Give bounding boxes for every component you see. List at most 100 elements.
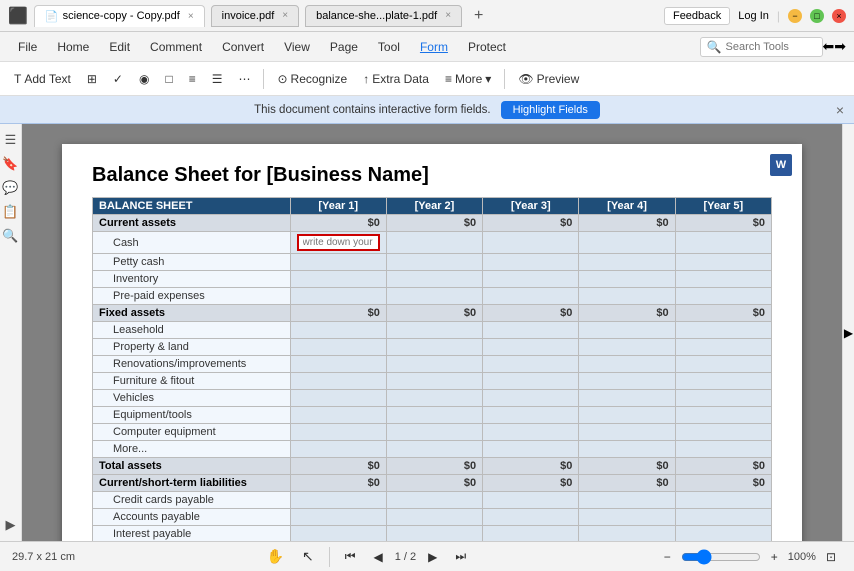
empty-cell — [483, 509, 579, 526]
empty-cell — [579, 492, 675, 509]
empty-cell — [675, 356, 771, 373]
tab-close-btn[interactable]: × — [282, 10, 288, 21]
tool2-icon: ⊞ — [87, 72, 97, 86]
menu-protect[interactable]: Protect — [458, 36, 516, 58]
new-tab-btn[interactable]: + — [468, 7, 489, 25]
row-value: $0 — [290, 458, 386, 475]
cursor-tool-btn[interactable]: ↖ — [296, 545, 320, 568]
tab-science-copy[interactable]: 📄 science-copy - Copy.pdf × — [34, 5, 205, 27]
add-text-btn[interactable]: T Add Text — [8, 69, 77, 89]
chevron-down-icon: ▾ — [485, 72, 491, 86]
row-label: Computer equipment — [93, 424, 291, 441]
cash-input-cell[interactable] — [290, 232, 386, 254]
tool-btn-6[interactable]: ≡ — [183, 69, 202, 89]
row-label: Fixed assets — [93, 305, 291, 322]
menu-edit[interactable]: Edit — [99, 36, 140, 58]
empty-cell — [290, 407, 386, 424]
empty-cell — [386, 526, 482, 542]
empty-cell — [386, 339, 482, 356]
menu-home[interactable]: Home — [47, 36, 99, 58]
empty-cell — [675, 492, 771, 509]
menu-tool[interactable]: Tool — [368, 36, 410, 58]
sidebar-bookmark-icon[interactable]: 🔖 — [3, 156, 19, 172]
zoom-in-btn[interactable]: + — [765, 547, 784, 567]
right-sidebar-toggle[interactable]: ▶ — [842, 124, 854, 541]
login-btn[interactable]: Log In — [738, 10, 769, 22]
sep-icon: | — [777, 9, 780, 23]
right-chevron-icon: ▶ — [844, 326, 853, 340]
empty-cell — [675, 441, 771, 458]
tab-balance-sheet[interactable]: balance-she...plate-1.pdf × — [305, 5, 462, 27]
text-icon: T — [14, 72, 21, 86]
table-row: Pre-paid expenses — [93, 288, 772, 305]
sidebar-search-icon[interactable]: 🔍 — [3, 228, 19, 244]
fit-page-btn[interactable]: ⊡ — [820, 547, 842, 567]
highlight-fields-btn[interactable]: Highlight Fields — [501, 101, 600, 119]
sidebar-comment-icon[interactable]: 💬 — [3, 180, 19, 196]
sidebar-expand-icon[interactable]: ▶ — [3, 517, 19, 533]
feedback-btn[interactable]: Feedback — [664, 7, 730, 25]
tools-bar: T Add Text ⊞ ✓ ◉ □ ≡ ☰ ⋯ ⊙ Recognize ↑ E… — [0, 62, 854, 96]
close-btn[interactable]: × — [832, 9, 846, 23]
tool-btn-5[interactable]: □ — [159, 69, 178, 89]
empty-cell — [483, 356, 579, 373]
forward-btn[interactable]: ➡ — [834, 38, 846, 55]
row-label: Total assets — [93, 458, 291, 475]
extra-data-btn[interactable]: ↑ Extra Data — [357, 69, 435, 89]
recognize-btn[interactable]: ⊙ Recognize — [271, 69, 353, 89]
page-info: 1 / 2 — [395, 551, 416, 563]
empty-cell — [579, 526, 675, 542]
row-value: $0 — [579, 305, 675, 322]
table-row: Current assets$0$0$0$0$0 — [93, 215, 772, 232]
tool-btn-2[interactable]: ⊞ — [81, 69, 103, 89]
empty-cell — [290, 424, 386, 441]
back-btn[interactable]: ⬅ — [823, 38, 835, 55]
row-label: Property & land — [93, 339, 291, 356]
cash-input[interactable] — [297, 234, 380, 251]
search-input[interactable] — [726, 41, 816, 53]
menu-file[interactable]: File — [8, 36, 47, 58]
empty-cell — [675, 424, 771, 441]
empty-cell — [675, 271, 771, 288]
tool-btn-7[interactable]: ☰ — [206, 69, 229, 89]
sidebar-form-icon[interactable]: 📋 — [3, 204, 19, 220]
zoom-slider[interactable] — [681, 549, 761, 565]
prev-page-btn[interactable]: ◀ — [368, 547, 389, 567]
tab-invoice[interactable]: invoice.pdf × — [211, 5, 299, 27]
menu-form[interactable]: Form — [410, 36, 458, 58]
more-btn[interactable]: ≡ More ▾ — [439, 69, 497, 89]
table-row: Petty cash — [93, 254, 772, 271]
menu-convert[interactable]: Convert — [212, 36, 274, 58]
menu-view[interactable]: View — [274, 36, 320, 58]
empty-cell — [675, 509, 771, 526]
zoom-out-btn[interactable]: − — [658, 547, 677, 567]
notif-close-btn[interactable]: × — [836, 102, 844, 118]
menu-comment[interactable]: Comment — [140, 36, 212, 58]
menu-page[interactable]: Page — [320, 36, 368, 58]
tab-close-btn[interactable]: × — [188, 11, 194, 22]
maximize-btn[interactable]: □ — [810, 9, 824, 23]
empty-cell — [483, 492, 579, 509]
table-row: Property & land — [93, 339, 772, 356]
empty-cell — [386, 271, 482, 288]
minimize-btn[interactable]: − — [788, 9, 802, 23]
row-label: More... — [93, 441, 291, 458]
search-box[interactable]: 🔍 — [700, 37, 823, 57]
table-row: Leasehold — [93, 322, 772, 339]
tool-btn-3[interactable]: ✓ — [107, 69, 129, 89]
empty-cell — [290, 288, 386, 305]
last-page-btn[interactable]: ⏭ — [449, 546, 472, 567]
sidebar-pages-icon[interactable]: ☰ — [3, 132, 19, 148]
tool-btn-8[interactable]: ⋯ — [232, 69, 256, 89]
pdf-area: W Balance Sheet for [Business Name] BALA… — [22, 124, 842, 541]
tab-close-btn[interactable]: × — [445, 10, 451, 21]
first-page-btn[interactable]: ⏮ — [339, 546, 362, 567]
next-page-btn[interactable]: ▶ — [422, 547, 443, 567]
tool-btn-4[interactable]: ◉ — [133, 69, 155, 89]
empty-cell — [579, 373, 675, 390]
row-label: Current/short-term liabilities — [93, 475, 291, 492]
preview-btn[interactable]: 👁 Preview — [512, 69, 585, 89]
hand-tool-btn[interactable]: ✋ — [261, 545, 290, 568]
empty-cell — [483, 390, 579, 407]
dots-icon: ⋯ — [238, 72, 250, 86]
